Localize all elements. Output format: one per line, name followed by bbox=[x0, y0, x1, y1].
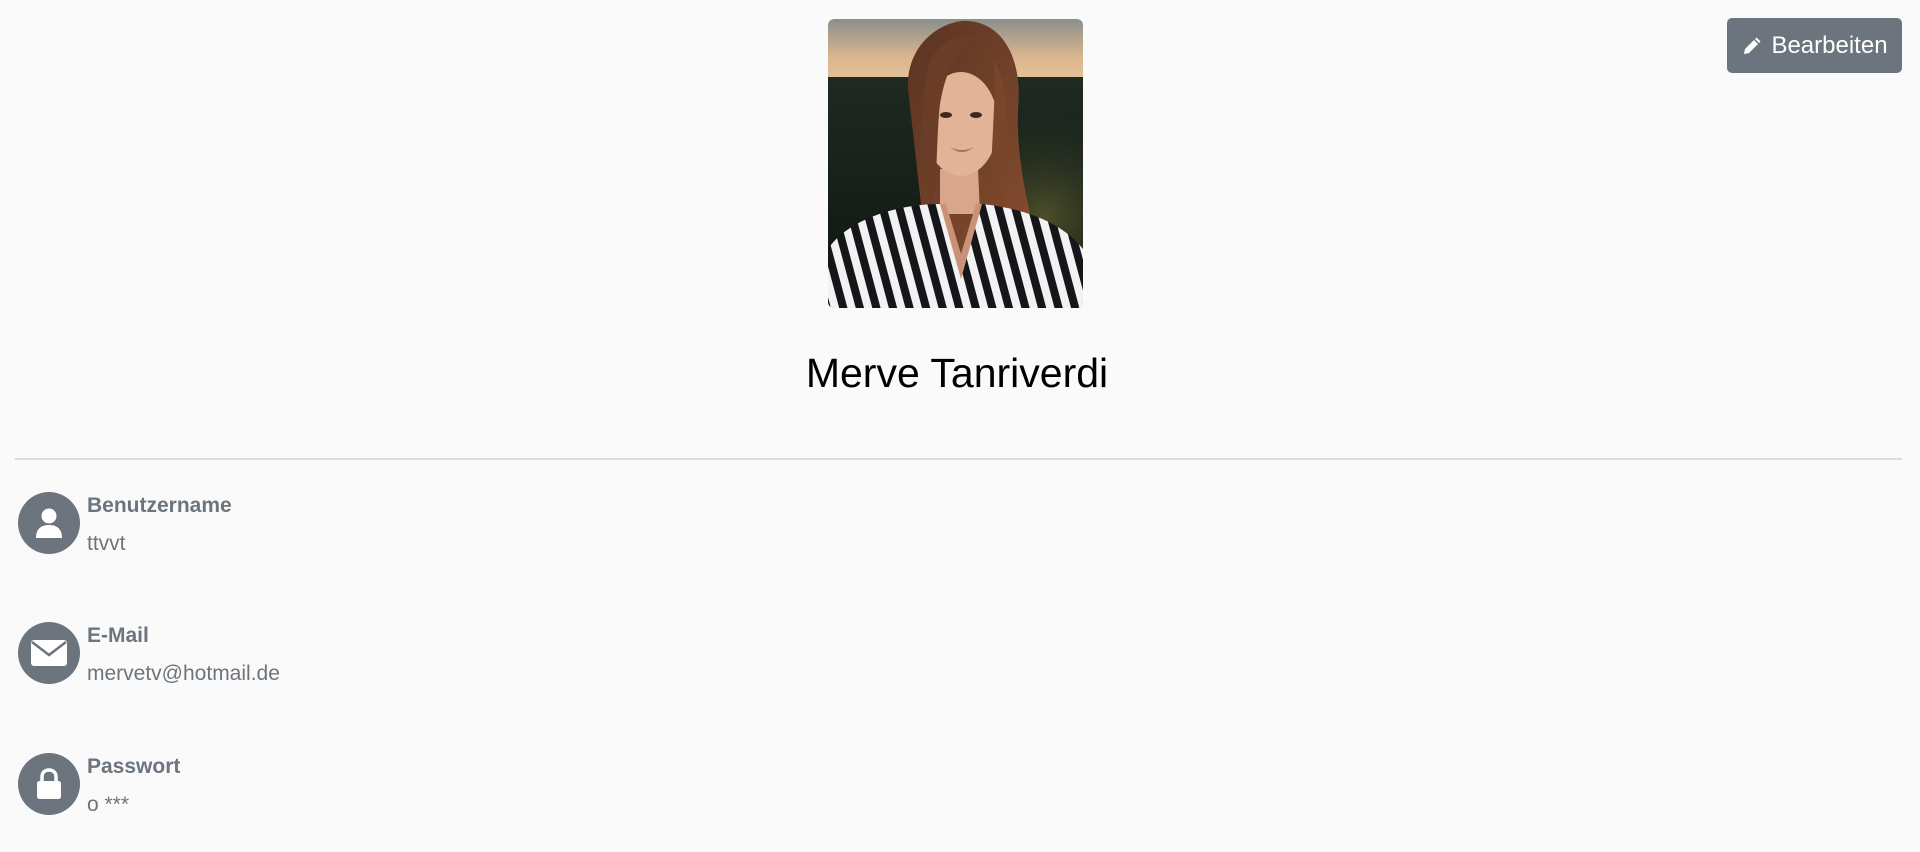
envelope-icon bbox=[18, 622, 80, 684]
email-value: mervetv@hotmail.de bbox=[87, 662, 280, 685]
password-row: Passwort o *** bbox=[18, 753, 618, 819]
profile-name: Merve Tanriverdi bbox=[805, 350, 1109, 396]
edit-button[interactable]: Bearbeiten bbox=[1727, 18, 1902, 73]
user-icon bbox=[18, 492, 80, 554]
email-label: E-Mail bbox=[87, 624, 149, 647]
lock-icon bbox=[18, 753, 80, 815]
edit-button-label: Bearbeiten bbox=[1771, 31, 1888, 59]
divider bbox=[15, 458, 1902, 460]
password-label: Passwort bbox=[87, 755, 181, 778]
username-value: ttvvt bbox=[87, 532, 126, 555]
password-value: o *** bbox=[87, 793, 130, 816]
pencil-icon bbox=[1741, 35, 1763, 57]
profile-photo bbox=[828, 19, 1083, 308]
email-row: E-Mail mervetv@hotmail.de bbox=[18, 622, 618, 688]
username-row: Benutzername ttvvt bbox=[18, 492, 618, 558]
username-label: Benutzername bbox=[87, 494, 232, 517]
